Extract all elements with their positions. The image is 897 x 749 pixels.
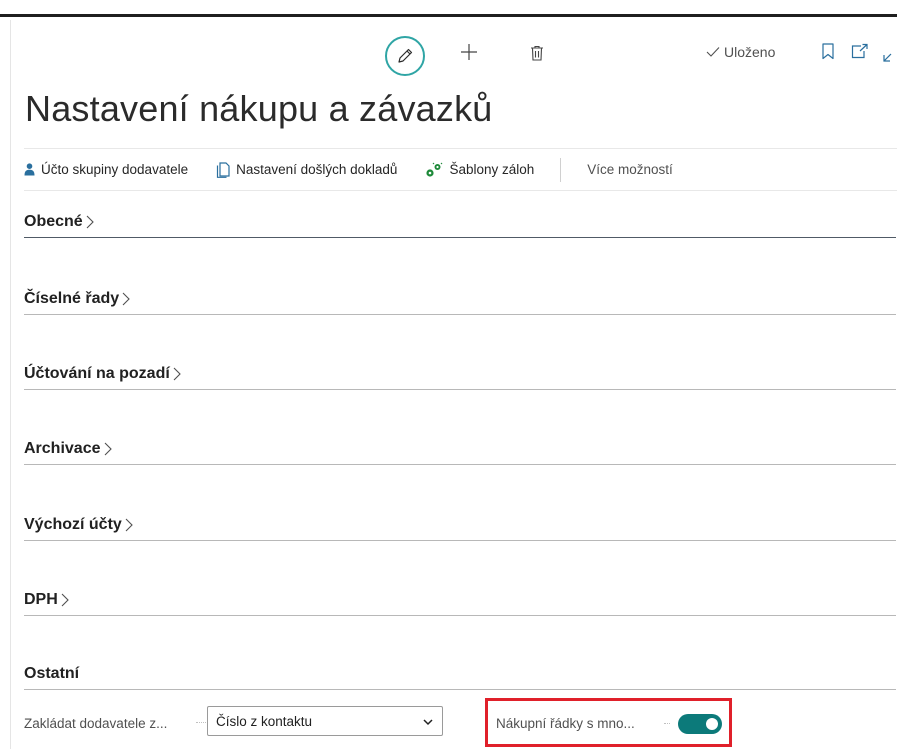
field-leader-dots xyxy=(664,723,670,724)
chevron-right-icon xyxy=(125,516,133,534)
create-vendor-from-value: Číslo z kontaktu xyxy=(216,713,313,729)
fasttab-label: Obecné xyxy=(24,213,83,230)
toggle-knob xyxy=(706,718,718,730)
document-icon xyxy=(216,161,230,178)
fasttab-label: Výchozí účty xyxy=(24,516,122,533)
open-in-new-window-button[interactable] xyxy=(851,43,869,61)
chevron-right-icon xyxy=(104,440,112,458)
page-header-toolbar: Uloženo xyxy=(11,20,897,90)
delete-button[interactable] xyxy=(527,41,547,65)
chevron-right-icon xyxy=(61,591,69,609)
purchase-lines-label: Nákupní řádky s mno... xyxy=(496,716,635,731)
fasttab-vat[interactable]: DPH xyxy=(24,588,896,616)
person-icon xyxy=(24,163,35,176)
field-leader-dots xyxy=(196,722,206,724)
action-label: Účto skupiny dodavatele xyxy=(41,162,189,177)
chevron-right-icon xyxy=(86,213,94,231)
chevron-right-icon xyxy=(122,290,130,308)
bookmark-button[interactable] xyxy=(821,43,837,61)
check-icon xyxy=(706,47,720,57)
fasttab-default-accounts[interactable]: Výchozí účty xyxy=(24,513,896,541)
fasttab-number-series[interactable]: Číselné řady xyxy=(24,287,896,315)
plus-icon xyxy=(461,44,477,60)
edit-button[interactable] xyxy=(385,36,425,76)
fasttab-label: Číselné řady xyxy=(24,290,120,307)
other-fields-row: Zakládat dodavatele z... Číslo z kontakt… xyxy=(24,698,897,747)
chevron-right-icon xyxy=(173,365,181,383)
page-title: Nastavení nákupu a závazků xyxy=(25,88,493,129)
gears-icon xyxy=(426,162,443,177)
action-vendor-posting-groups[interactable]: Účto skupiny dodavatele xyxy=(24,162,188,177)
action-bar: Účto skupiny dodavatele Nastavení došlýc… xyxy=(24,148,897,191)
open-in-new-window-icon xyxy=(851,43,868,59)
fasttab-label: Archivace xyxy=(24,440,101,457)
fasttab-general[interactable]: Obecné xyxy=(24,210,896,238)
bookmark-icon xyxy=(822,43,834,60)
top-divider xyxy=(0,14,897,17)
action-advance-templates[interactable]: Šablony záloh xyxy=(425,162,534,178)
saved-status-text: Uloženo xyxy=(724,44,776,60)
action-label: Nastavení došlých dokladů xyxy=(236,162,398,177)
new-button[interactable] xyxy=(457,40,481,64)
create-vendor-from-label: Zakládat dodavatele z... xyxy=(24,716,168,731)
fasttab-label: Ostatní xyxy=(24,665,80,682)
create-vendor-from-select[interactable]: Číslo z kontaktu xyxy=(207,706,443,736)
fasttab-archiving[interactable]: Archivace xyxy=(24,437,896,465)
more-options-button[interactable]: Více možností xyxy=(587,162,673,177)
pencil-icon xyxy=(398,48,413,63)
chevron-down-icon xyxy=(423,719,433,726)
purchase-lines-toggle[interactable] xyxy=(678,714,722,734)
fasttab-other[interactable]: Ostatní xyxy=(24,662,896,690)
action-bar-divider xyxy=(560,157,562,182)
fasttab-background-posting[interactable]: Účtování na pozadí xyxy=(24,362,896,390)
fasttab-label: Účtování na pozadí xyxy=(24,365,170,382)
collapse-button[interactable] xyxy=(883,46,897,62)
action-label: Šablony záloh xyxy=(449,162,535,177)
trash-icon xyxy=(531,45,543,61)
action-incoming-documents-setup[interactable]: Nastavení došlých dokladů xyxy=(216,161,398,178)
fasttab-label: DPH xyxy=(24,591,58,608)
saved-status: Uloženo xyxy=(706,44,775,60)
collapse-icon xyxy=(883,53,892,62)
